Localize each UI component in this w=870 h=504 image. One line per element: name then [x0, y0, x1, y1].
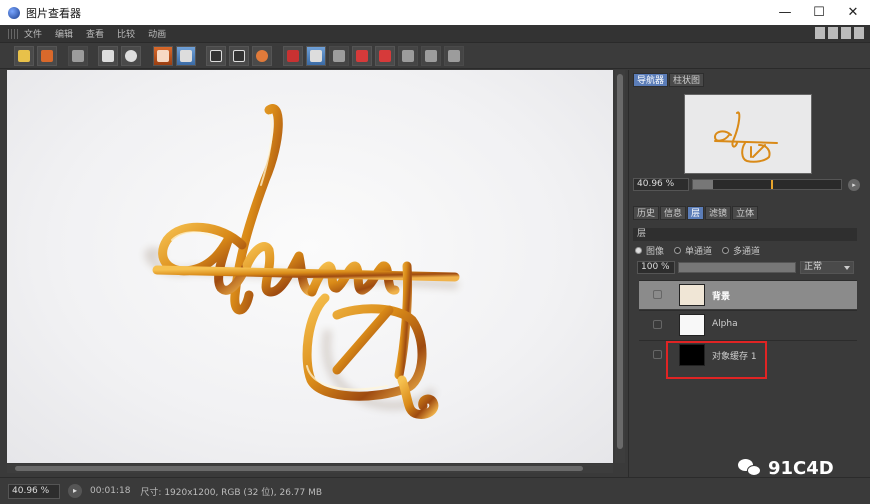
highlight-annotation — [666, 341, 767, 379]
navigator-zoom-marker[interactable] — [771, 180, 773, 189]
status-time: 00:01:18 — [90, 486, 131, 496]
blend-mode-select[interactable]: 正常 — [800, 261, 854, 274]
minimize-button[interactable]: — — [768, 0, 802, 25]
layer-list-button[interactable] — [176, 46, 196, 66]
move-icon[interactable] — [841, 27, 851, 39]
toolbar — [0, 43, 870, 69]
menu-bar: 文件 编辑 查看 比较 动画 — [0, 25, 870, 43]
render-button[interactable] — [252, 46, 272, 66]
fit-view-button[interactable] — [98, 46, 118, 66]
menu-view[interactable]: 查看 — [86, 27, 104, 40]
chevron-down-icon — [844, 266, 850, 270]
image-viewport[interactable] — [7, 70, 613, 463]
grid-view-button[interactable] — [421, 46, 441, 66]
title-bar: 图片查看器 — ☐ ✕ — [0, 0, 870, 25]
navigator-thumbnail[interactable] — [684, 94, 812, 174]
split-view-button[interactable] — [398, 46, 418, 66]
maximize-button[interactable]: ☐ — [802, 0, 836, 25]
channel-swap-button[interactable] — [306, 46, 326, 66]
chat-icon — [738, 458, 762, 479]
tab-layers[interactable]: 层 — [687, 206, 705, 220]
tab-histogram[interactable]: 柱状图 — [669, 73, 705, 87]
layer-visibility-icon[interactable] — [653, 320, 662, 329]
layer-stack-button[interactable] — [153, 46, 173, 66]
tab-info[interactable]: 信息 — [660, 206, 687, 220]
opacity-field[interactable]: 100 % — [637, 261, 675, 274]
navigator-zoom-fill — [693, 180, 713, 189]
grip-icon[interactable] — [8, 28, 18, 39]
arrange-icon[interactable] — [854, 27, 864, 39]
layer-row-alpha[interactable]: Alpha — [639, 310, 857, 339]
thumbnail-image — [713, 111, 778, 163]
zoom-button[interactable] — [121, 46, 141, 66]
radio-single-channel[interactable] — [674, 247, 682, 254]
navigator-play-icon[interactable]: ▸ — [848, 178, 860, 191]
layers-section-title: 层 — [633, 228, 857, 241]
navigator-tabs: 导航器 柱状图 — [633, 73, 705, 87]
layer-thumbnail — [679, 284, 705, 306]
layer-row-background[interactable]: 背景 — [639, 280, 857, 309]
save-file-button[interactable] — [37, 46, 57, 66]
radio-multi-channel-label: 多通道 — [733, 247, 761, 257]
open-file-button[interactable] — [14, 46, 34, 66]
vertical-scroll-thumb[interactable] — [617, 74, 623, 449]
channel-ab-button[interactable] — [283, 46, 303, 66]
set-a-button[interactable] — [352, 46, 372, 66]
horizontal-scrollbar[interactable] — [7, 464, 613, 473]
navigator-zoom-slider[interactable] — [692, 179, 842, 190]
play-icon[interactable]: ▸ — [68, 484, 82, 498]
watermark: 91C4D — [738, 458, 834, 479]
layer-panel-tabs: 历史 信息 层 滤镜 立体 — [633, 206, 759, 220]
navigator-zoom-field[interactable]: 40.96 % — [633, 178, 689, 191]
overlay-view-button[interactable] — [444, 46, 464, 66]
status-zoom-field[interactable]: 40.96 % — [8, 483, 60, 499]
opacity-slider[interactable] — [678, 262, 796, 273]
window-title: 图片查看器 — [26, 6, 81, 20]
status-image-info: 尺寸: 1920x1200, RGB (32 位), 26.77 MB — [140, 487, 323, 498]
layer-name: 背景 — [712, 292, 731, 302]
gold-wire-lettering — [152, 103, 460, 419]
tab-history[interactable]: 历史 — [633, 206, 660, 220]
window-controls: — ☐ ✕ — [768, 0, 870, 25]
navigator-zoom-row: 40.96 % ▸ — [633, 178, 860, 191]
side-panel: 导航器 柱状图 40.96 % ▸ 历史 信息 层 滤镜 立体 层 图像 单通道… — [628, 70, 864, 480]
layer-name: Alpha — [712, 319, 738, 329]
channel-ab-dim-button[interactable] — [329, 46, 349, 66]
compare-a-button[interactable] — [206, 46, 226, 66]
layer-visibility-icon[interactable] — [653, 350, 662, 359]
opacity-fill — [679, 263, 795, 272]
blend-mode-value: 正常 — [804, 262, 823, 272]
menu-compare[interactable]: 比较 — [117, 27, 135, 40]
horizontal-scroll-thumb[interactable] — [15, 466, 583, 471]
vertical-scrollbar[interactable] — [615, 70, 625, 463]
radio-single-channel-label: 单通道 — [685, 247, 713, 257]
radio-image[interactable] — [635, 247, 642, 254]
layout-icons — [815, 27, 864, 39]
menu-animation[interactable]: 动画 — [148, 27, 166, 40]
set-b-button[interactable] — [375, 46, 395, 66]
menu-edit[interactable]: 编辑 — [55, 27, 73, 40]
rendered-image — [144, 103, 460, 419]
tab-filters[interactable]: 滤镜 — [705, 206, 732, 220]
layout-float-icon[interactable] — [828, 27, 838, 39]
layer-visibility-icon[interactable] — [653, 290, 662, 299]
opacity-row: 100 % 正常 — [637, 261, 854, 274]
compare-b-button[interactable] — [229, 46, 249, 66]
tab-navigator[interactable]: 导航器 — [633, 73, 669, 87]
status-bar: 40.96 % ▸ 00:01:18 尺寸: 1920x1200, RGB (3… — [0, 477, 870, 504]
tab-stereo[interactable]: 立体 — [732, 206, 759, 220]
layout-split-icon[interactable] — [815, 27, 825, 39]
menu-file[interactable]: 文件 — [24, 27, 42, 40]
crop-button[interactable] — [68, 46, 88, 66]
radio-image-label: 图像 — [646, 247, 665, 257]
layer-thumbnail — [679, 314, 705, 336]
layer-mode-options: 图像 单通道 多通道 — [635, 244, 760, 257]
app-logo-icon — [8, 6, 20, 19]
close-button[interactable]: ✕ — [836, 0, 870, 25]
watermark-text: 91C4D — [768, 458, 834, 479]
radio-multi-channel[interactable] — [722, 247, 730, 254]
